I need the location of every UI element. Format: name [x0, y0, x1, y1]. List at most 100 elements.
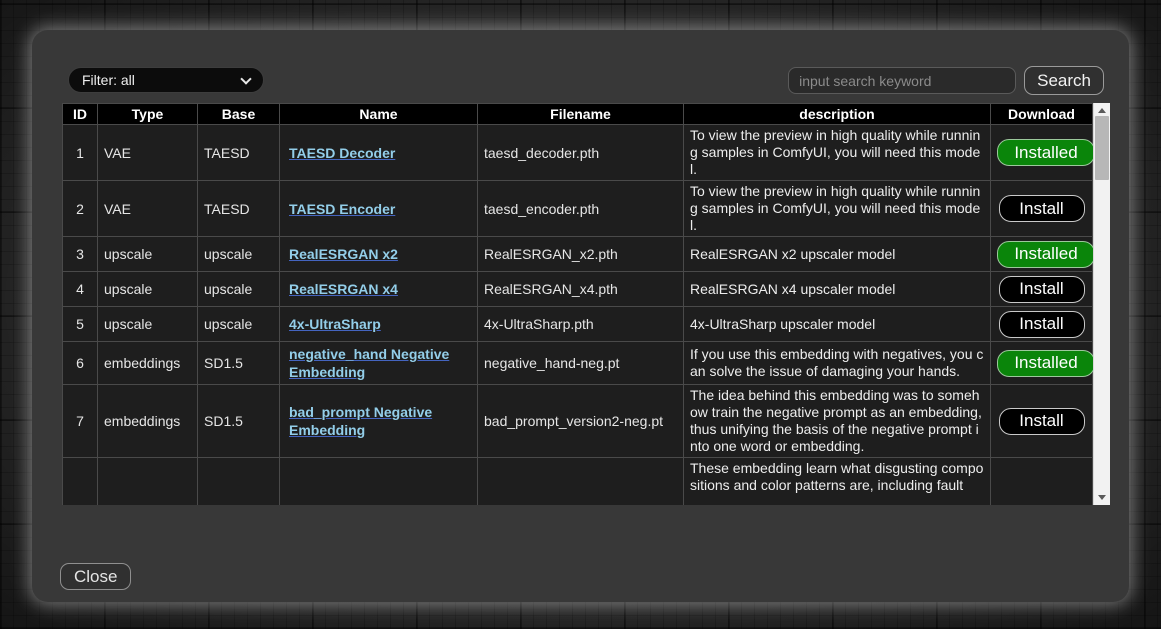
filter-select-wrap: Filter: all [68, 67, 264, 93]
app-background: Filter: all Search ID [0, 0, 1161, 629]
table-row: 6 embeddings SD1.5 negative_hand Negativ… [63, 342, 1093, 385]
install-button[interactable]: Install [999, 195, 1085, 222]
install-button[interactable]: Installed [997, 350, 1093, 377]
cell-type: VAE [98, 181, 198, 237]
cell-name: negative_hand Negative Embedding [280, 342, 478, 385]
cell-filename: RealESRGAN_x2.pth [478, 237, 684, 272]
cell-filename: taesd_encoder.pth [478, 181, 684, 237]
cell-download: Install [991, 181, 1093, 237]
cell-filename [478, 458, 684, 506]
cell-type: embeddings [98, 385, 198, 458]
cell-description: To view the preview in high quality whil… [684, 125, 991, 181]
cell-base: upscale [198, 237, 280, 272]
cell-name: RealESRGAN x2 [280, 237, 478, 272]
model-name-link[interactable]: 4x-UltraSharp [289, 316, 381, 332]
cell-description: If you use this embedding with negatives… [684, 342, 991, 385]
search-group: Search [788, 66, 1104, 95]
model-table: ID Type Base Name Filename description D… [62, 103, 1093, 505]
cell-base: SD1.5 [198, 385, 280, 458]
header-download: Download [991, 104, 1093, 125]
cell-description: The idea behind this embedding was to so… [684, 385, 991, 458]
cell-name: TAESD Decoder [280, 125, 478, 181]
cell-filename: RealESRGAN_x4.pth [478, 272, 684, 307]
cell-name: RealESRGAN x4 [280, 272, 478, 307]
table-header-row: ID Type Base Name Filename description D… [63, 104, 1093, 125]
install-button[interactable]: Install [999, 311, 1085, 338]
cell-type: upscale [98, 237, 198, 272]
scrollbar-up-arrow-icon[interactable] [1098, 108, 1106, 113]
cell-download: Install [991, 272, 1093, 307]
cell-id: 5 [63, 307, 98, 342]
search-button[interactable]: Search [1024, 66, 1104, 95]
cell-download [991, 458, 1093, 506]
header-name: Name [280, 104, 478, 125]
table-row: 3 upscale upscale RealESRGAN x2 RealESRG… [63, 237, 1093, 272]
cell-base [198, 458, 280, 506]
table-row: 1 VAE TAESD TAESD Decoder taesd_decoder.… [63, 125, 1093, 181]
cell-type: VAE [98, 125, 198, 181]
cell-name: bad_prompt Negative Embedding [280, 385, 478, 458]
model-name-link[interactable]: negative_hand Negative Embedding [289, 346, 449, 380]
header-description: description [684, 104, 991, 125]
cell-download: Install [991, 307, 1093, 342]
cell-base: TAESD [198, 125, 280, 181]
model-table-zone: ID Type Base Name Filename description D… [62, 103, 1110, 505]
cell-description: RealESRGAN x4 upscaler model [684, 272, 991, 307]
cell-id: 3 [63, 237, 98, 272]
scrollbar-down-arrow-icon[interactable] [1098, 495, 1106, 500]
cell-download: Installed [991, 237, 1093, 272]
install-button[interactable]: Install [999, 276, 1085, 303]
table-row: 5 upscale upscale 4x-UltraSharp 4x-Ultra… [63, 307, 1093, 342]
cell-download: Install [991, 385, 1093, 458]
filter-select[interactable]: Filter: all [68, 67, 264, 93]
cell-filename: taesd_decoder.pth [478, 125, 684, 181]
cell-base: upscale [198, 307, 280, 342]
model-name-link[interactable]: bad_prompt Negative Embedding [289, 404, 432, 438]
cell-name: TAESD Encoder [280, 181, 478, 237]
model-name-link[interactable]: RealESRGAN x2 [289, 246, 398, 262]
table-row: These embedding learn what disgusting co… [63, 458, 1093, 506]
header-id: ID [63, 104, 98, 125]
cell-download: Installed [991, 342, 1093, 385]
cell-description: To view the preview in high quality whil… [684, 181, 991, 237]
table-scrollbar[interactable] [1093, 103, 1110, 505]
table-row: 2 VAE TAESD TAESD Encoder taesd_encoder.… [63, 181, 1093, 237]
cell-name: 4x-UltraSharp [280, 307, 478, 342]
cell-id: 7 [63, 385, 98, 458]
model-manager-dialog: Filter: all Search ID [32, 30, 1129, 602]
cell-type: upscale [98, 307, 198, 342]
cell-filename: 4x-UltraSharp.pth [478, 307, 684, 342]
cell-base: TAESD [198, 181, 280, 237]
cell-download: Installed [991, 125, 1093, 181]
model-name-link[interactable]: TAESD Encoder [289, 201, 395, 217]
install-button[interactable]: Installed [997, 139, 1093, 166]
scrollbar-thumb[interactable] [1095, 116, 1109, 180]
search-input[interactable] [788, 67, 1016, 94]
header-filename: Filename [478, 104, 684, 125]
install-button[interactable]: Install [999, 408, 1085, 435]
cell-id: 6 [63, 342, 98, 385]
cell-type: upscale [98, 272, 198, 307]
cell-base: SD1.5 [198, 342, 280, 385]
cell-base: upscale [198, 272, 280, 307]
header-type: Type [98, 104, 198, 125]
cell-name [280, 458, 478, 506]
table-row: 7 embeddings SD1.5 bad_prompt Negative E… [63, 385, 1093, 458]
model-table-container: ID Type Base Name Filename description D… [62, 103, 1093, 505]
cell-filename: negative_hand-neg.pt [478, 342, 684, 385]
cell-id: 2 [63, 181, 98, 237]
table-row: 4 upscale upscale RealESRGAN x4 RealESRG… [63, 272, 1093, 307]
cell-description: RealESRGAN x2 upscaler model [684, 237, 991, 272]
cell-type: embeddings [98, 342, 198, 385]
cell-id [63, 458, 98, 506]
close-button[interactable]: Close [60, 563, 131, 590]
cell-description: 4x-UltraSharp upscaler model [684, 307, 991, 342]
install-button[interactable]: Installed [997, 241, 1093, 268]
cell-type [98, 458, 198, 506]
model-name-link[interactable]: TAESD Decoder [289, 145, 395, 161]
model-name-link[interactable]: RealESRGAN x4 [289, 281, 398, 297]
cell-id: 4 [63, 272, 98, 307]
table-body: 1 VAE TAESD TAESD Decoder taesd_decoder.… [63, 125, 1093, 506]
cell-description: These embedding learn what disgusting co… [684, 458, 991, 506]
header-base: Base [198, 104, 280, 125]
